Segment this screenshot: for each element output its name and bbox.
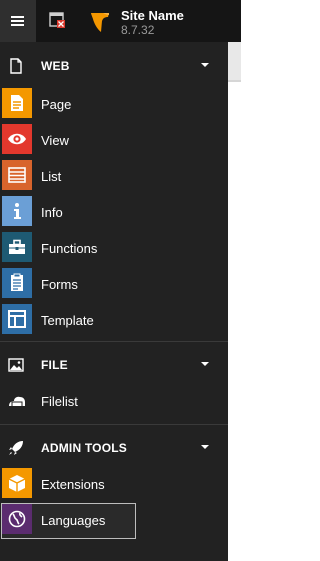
group-header-admin-tools[interactable]: ADMIN TOOLS	[0, 430, 228, 466]
template-icon	[2, 304, 32, 334]
clear-cache-icon[interactable]	[49, 12, 65, 28]
module-extensions[interactable]: Extensions	[0, 466, 228, 502]
folder-icon	[2, 385, 32, 415]
module-filelist[interactable]: Filelist	[0, 383, 228, 419]
rocket-icon	[8, 440, 24, 456]
page-icon	[8, 58, 24, 74]
group-label-web: WEB	[41, 59, 70, 73]
topbar: Site Name 8.7.32	[0, 0, 241, 42]
box-icon	[2, 468, 32, 498]
module-label: Forms	[41, 277, 78, 292]
module-list[interactable]: List	[0, 158, 228, 194]
eye-icon	[2, 124, 32, 154]
content-divider	[228, 80, 241, 82]
chevron-down-icon	[201, 63, 209, 67]
group-divider	[0, 424, 228, 425]
hamburger-icon	[11, 16, 24, 26]
image-icon	[8, 357, 24, 373]
module-label: Languages	[41, 513, 106, 528]
group-divider	[0, 341, 228, 342]
content-area	[228, 42, 241, 561]
info-icon	[2, 196, 32, 226]
chevron-down-icon	[201, 445, 209, 449]
module-label: Filelist	[41, 394, 78, 409]
module-languages[interactable]: Languages	[0, 502, 228, 539]
module-label: Template	[41, 313, 94, 328]
content-docheader	[228, 42, 241, 81]
group-label-admin-tools: ADMIN TOOLS	[41, 441, 127, 455]
page-icon	[2, 88, 32, 118]
forms-icon	[2, 268, 32, 298]
chevron-down-icon	[201, 362, 209, 366]
site-brand[interactable]: Site Name 8.7.32	[86, 4, 236, 38]
group-header-file[interactable]: FILE	[0, 347, 228, 383]
module-label: Info	[41, 205, 63, 220]
module-page[interactable]: Page	[0, 86, 228, 122]
module-template[interactable]: Template	[0, 302, 228, 338]
module-info[interactable]: Info	[0, 194, 228, 230]
group-header-web[interactable]: WEB	[0, 48, 228, 84]
module-label: Page	[41, 97, 72, 112]
site-version: 8.7.32	[121, 23, 155, 37]
module-forms[interactable]: Forms	[0, 266, 228, 302]
module-menu: WEB Page View List Info Functions Forms …	[0, 42, 228, 561]
site-name: Site Name	[121, 8, 184, 23]
group-label-file: FILE	[41, 358, 68, 372]
list-icon	[2, 160, 32, 190]
typo3-logo-icon	[88, 10, 112, 34]
menu-toggle-button[interactable]	[0, 0, 36, 42]
globe-icon	[2, 504, 32, 534]
module-label: List	[41, 169, 62, 184]
module-view[interactable]: View	[0, 122, 228, 158]
module-label: Extensions	[41, 477, 105, 492]
module-label: View	[41, 133, 69, 148]
toolbox-icon	[2, 232, 32, 262]
module-label: Functions	[41, 241, 98, 256]
module-functions[interactable]: Functions	[0, 230, 228, 266]
